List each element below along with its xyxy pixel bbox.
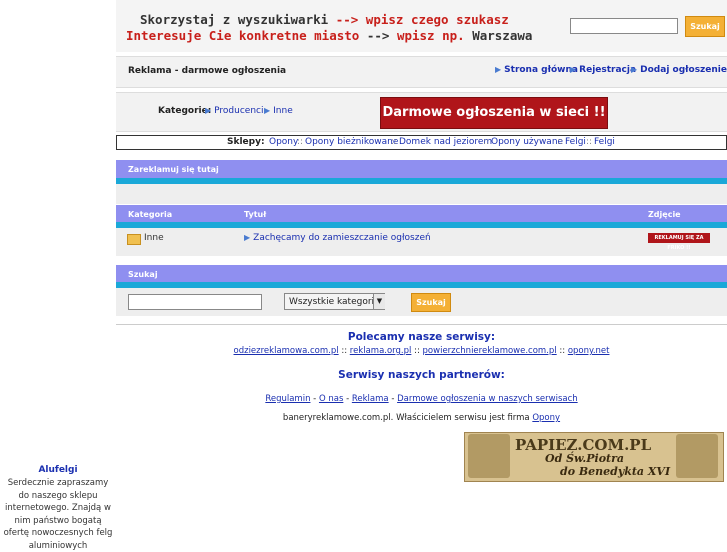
partners-heading: Serwisy naszych partnerów: xyxy=(338,369,505,381)
papiez-subtitle-2: do Benedykta XVI xyxy=(560,465,671,478)
nav-home-link[interactable]: ▶ Strona główna xyxy=(495,65,578,75)
shop-link[interactable]: Felgi xyxy=(594,137,615,147)
listing-header: Kategoria Tytuł Zdjęcie xyxy=(116,205,727,223)
recommend-link[interactable]: reklama.org.pl xyxy=(350,346,412,356)
bottom-link-free-ads[interactable]: Darmowe ogłoszenia w naszych serwisach xyxy=(397,394,578,404)
shop-link[interactable]: Opony bieżnikowane xyxy=(305,137,398,147)
recommend-link[interactable]: powierzchniereklamowe.com.pl xyxy=(423,346,557,356)
bottom-links: Regulamin - O nas - Reklama - Darmowe og… xyxy=(265,394,578,404)
owner-link[interactable]: Opony xyxy=(532,413,560,423)
listing-row-image[interactable]: REKLAMUJ SIĘ ZA FRIKO !! xyxy=(648,233,710,251)
advertise-header: Zareklamuj się tutaj xyxy=(116,160,727,178)
free-ads-banner[interactable]: Darmowe ogłoszenia w sieci !! xyxy=(380,97,608,129)
shop-link[interactable]: Felgi xyxy=(565,137,586,147)
advertise-header-label[interactable]: Zareklamuj się tutaj xyxy=(128,165,219,174)
shop-link[interactable]: Domek nad jeziorem xyxy=(399,137,492,147)
owner-text: baneryreklamowe.com.pl. Właścicielem ser… xyxy=(282,413,530,423)
banner-line-1: Skorzystaj z wyszukiwarki --> wpisz czeg… xyxy=(140,12,509,27)
separator: :: xyxy=(297,137,304,147)
shop-link[interactable]: Opony używane xyxy=(491,137,563,147)
search-input[interactable] xyxy=(128,294,262,310)
left-sidebar xyxy=(0,0,116,545)
search-header-label: Szukaj xyxy=(128,270,158,279)
col-category-header: Kategoria xyxy=(128,210,173,219)
category-link-other[interactable]: ▶ Inne xyxy=(264,106,293,116)
recommend-heading: Polecamy nasze serwisy: xyxy=(347,331,496,343)
portrait-right xyxy=(676,434,718,478)
nav-add-ad-link[interactable]: ▶ Dodaj ogłoszenie xyxy=(631,65,727,75)
bottom-link-rules[interactable]: Regulamin xyxy=(265,394,310,404)
chevron-down-icon[interactable]: ▼ xyxy=(373,294,385,309)
search-button[interactable]: Szukaj xyxy=(411,293,451,312)
listing-row-category: Inne xyxy=(144,233,164,243)
papiez-subtitle-1: Od Św.Piotra xyxy=(545,452,625,465)
recommend-links: odziezreklamowa.com.pl :: reklama.org.pl… xyxy=(233,346,610,356)
arrow-icon: ▶ xyxy=(264,106,271,115)
recommend-link[interactable]: opony.net xyxy=(568,346,610,356)
arrow-icon: ▶ xyxy=(495,65,502,74)
advertise-panel xyxy=(116,184,727,204)
bottom-link-advert[interactable]: Reklama xyxy=(352,394,389,404)
arrow-icon: ▶ xyxy=(244,233,251,242)
nav-register-link[interactable]: ▶ Rejestracja xyxy=(570,65,636,75)
separator: :: xyxy=(483,137,490,147)
sidebar-description: Serdecznie zapraszamy do naszego sklepu … xyxy=(3,478,113,551)
folder-icon xyxy=(127,234,141,245)
page-title: Reklama - darmowe ogłoszenia xyxy=(128,66,287,76)
banner-line-2: Interesuje Cie konkretne miasto --> wpis… xyxy=(126,28,533,43)
category-select[interactable]: Wszystkie kategorie xyxy=(284,293,385,310)
shop-link[interactable]: Opony xyxy=(269,137,298,147)
top-search-button[interactable]: Szukaj xyxy=(685,16,725,37)
sidebar-title[interactable]: Alufelgi xyxy=(0,465,116,475)
owner-line: baneryreklamowe.com.pl. Właścicielem ser… xyxy=(116,413,727,423)
top-search-input[interactable] xyxy=(570,18,678,34)
col-title-header: Tytuł xyxy=(244,210,267,219)
search-header: Szukaj xyxy=(116,265,727,283)
bottom-link-about[interactable]: O nas xyxy=(319,394,343,404)
portrait-left xyxy=(468,434,510,478)
category-link-producers[interactable]: ▶ Producenci xyxy=(205,106,264,116)
categories-label: Kategorie: xyxy=(158,106,212,116)
arrow-icon: ▶ xyxy=(631,65,638,74)
separator: :: xyxy=(391,137,398,147)
separator: :: xyxy=(557,137,564,147)
listing-row-title[interactable]: ▶ Zachęcamy do zamieszczanie ogłoszeń xyxy=(244,233,431,243)
col-image-header: Zdjęcie xyxy=(648,210,681,219)
separator: :: xyxy=(586,137,593,147)
arrow-icon: ▶ xyxy=(205,106,212,115)
arrow-icon: ▶ xyxy=(570,65,577,74)
shops-label: Sklepy: xyxy=(227,137,265,147)
recommend-link[interactable]: odziezreklamowa.com.pl xyxy=(234,346,339,356)
